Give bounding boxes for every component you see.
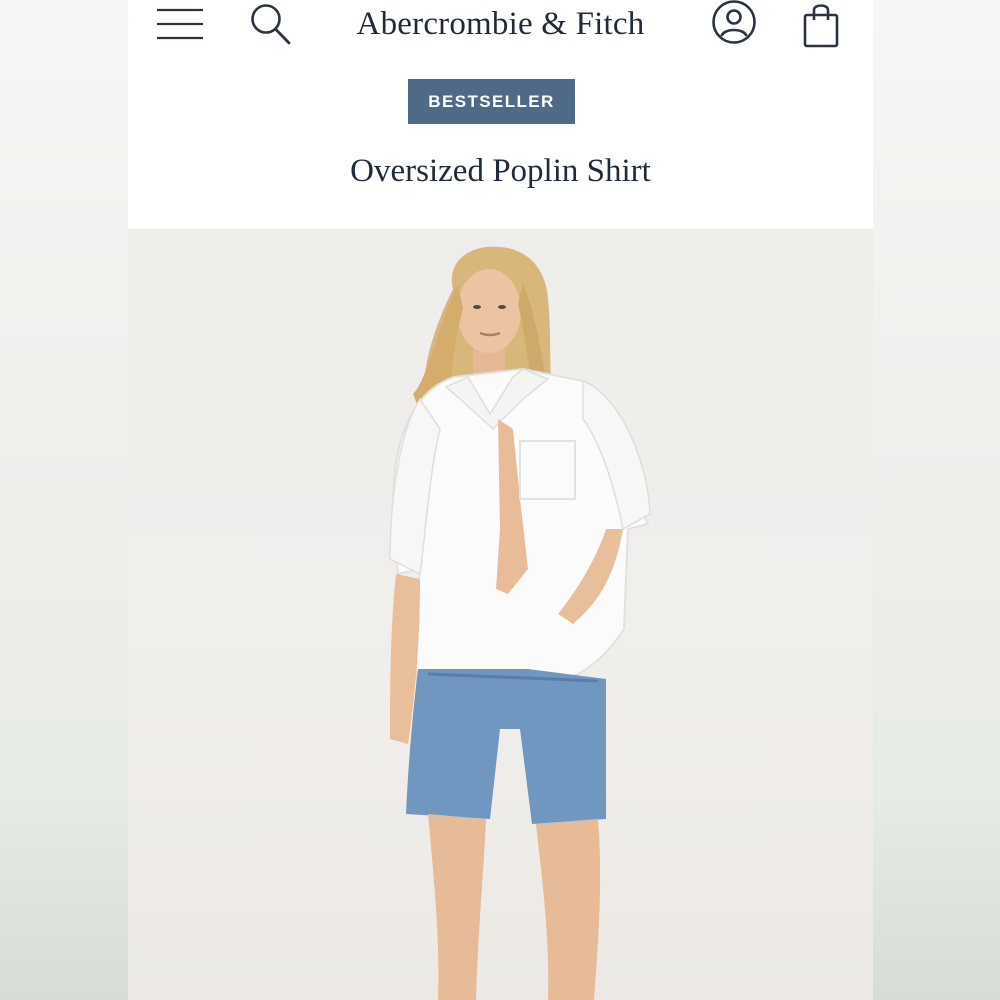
search-button[interactable] <box>246 0 294 48</box>
search-icon <box>251 4 291 45</box>
app-frame: Abercrombie & Fitch BESTSELLER Oversized… <box>128 0 873 1000</box>
account-icon <box>712 0 756 44</box>
product-image[interactable] <box>128 229 873 1000</box>
brand-logo[interactable]: Abercrombie & Fitch <box>328 4 673 44</box>
shopping-bag-icon <box>803 4 839 48</box>
header: Abercrombie & Fitch BESTSELLER Oversized… <box>128 0 873 229</box>
account-button[interactable] <box>710 0 758 46</box>
model-illustration <box>389 246 651 1000</box>
shopping-bag-button[interactable] <box>798 0 844 50</box>
background-right <box>873 0 1000 1000</box>
bestseller-badge: BESTSELLER <box>408 79 575 124</box>
menu-icon <box>157 8 203 40</box>
background-left <box>0 0 128 1000</box>
menu-button[interactable] <box>154 2 206 46</box>
product-title: Oversized Poplin Shirt <box>350 153 651 189</box>
